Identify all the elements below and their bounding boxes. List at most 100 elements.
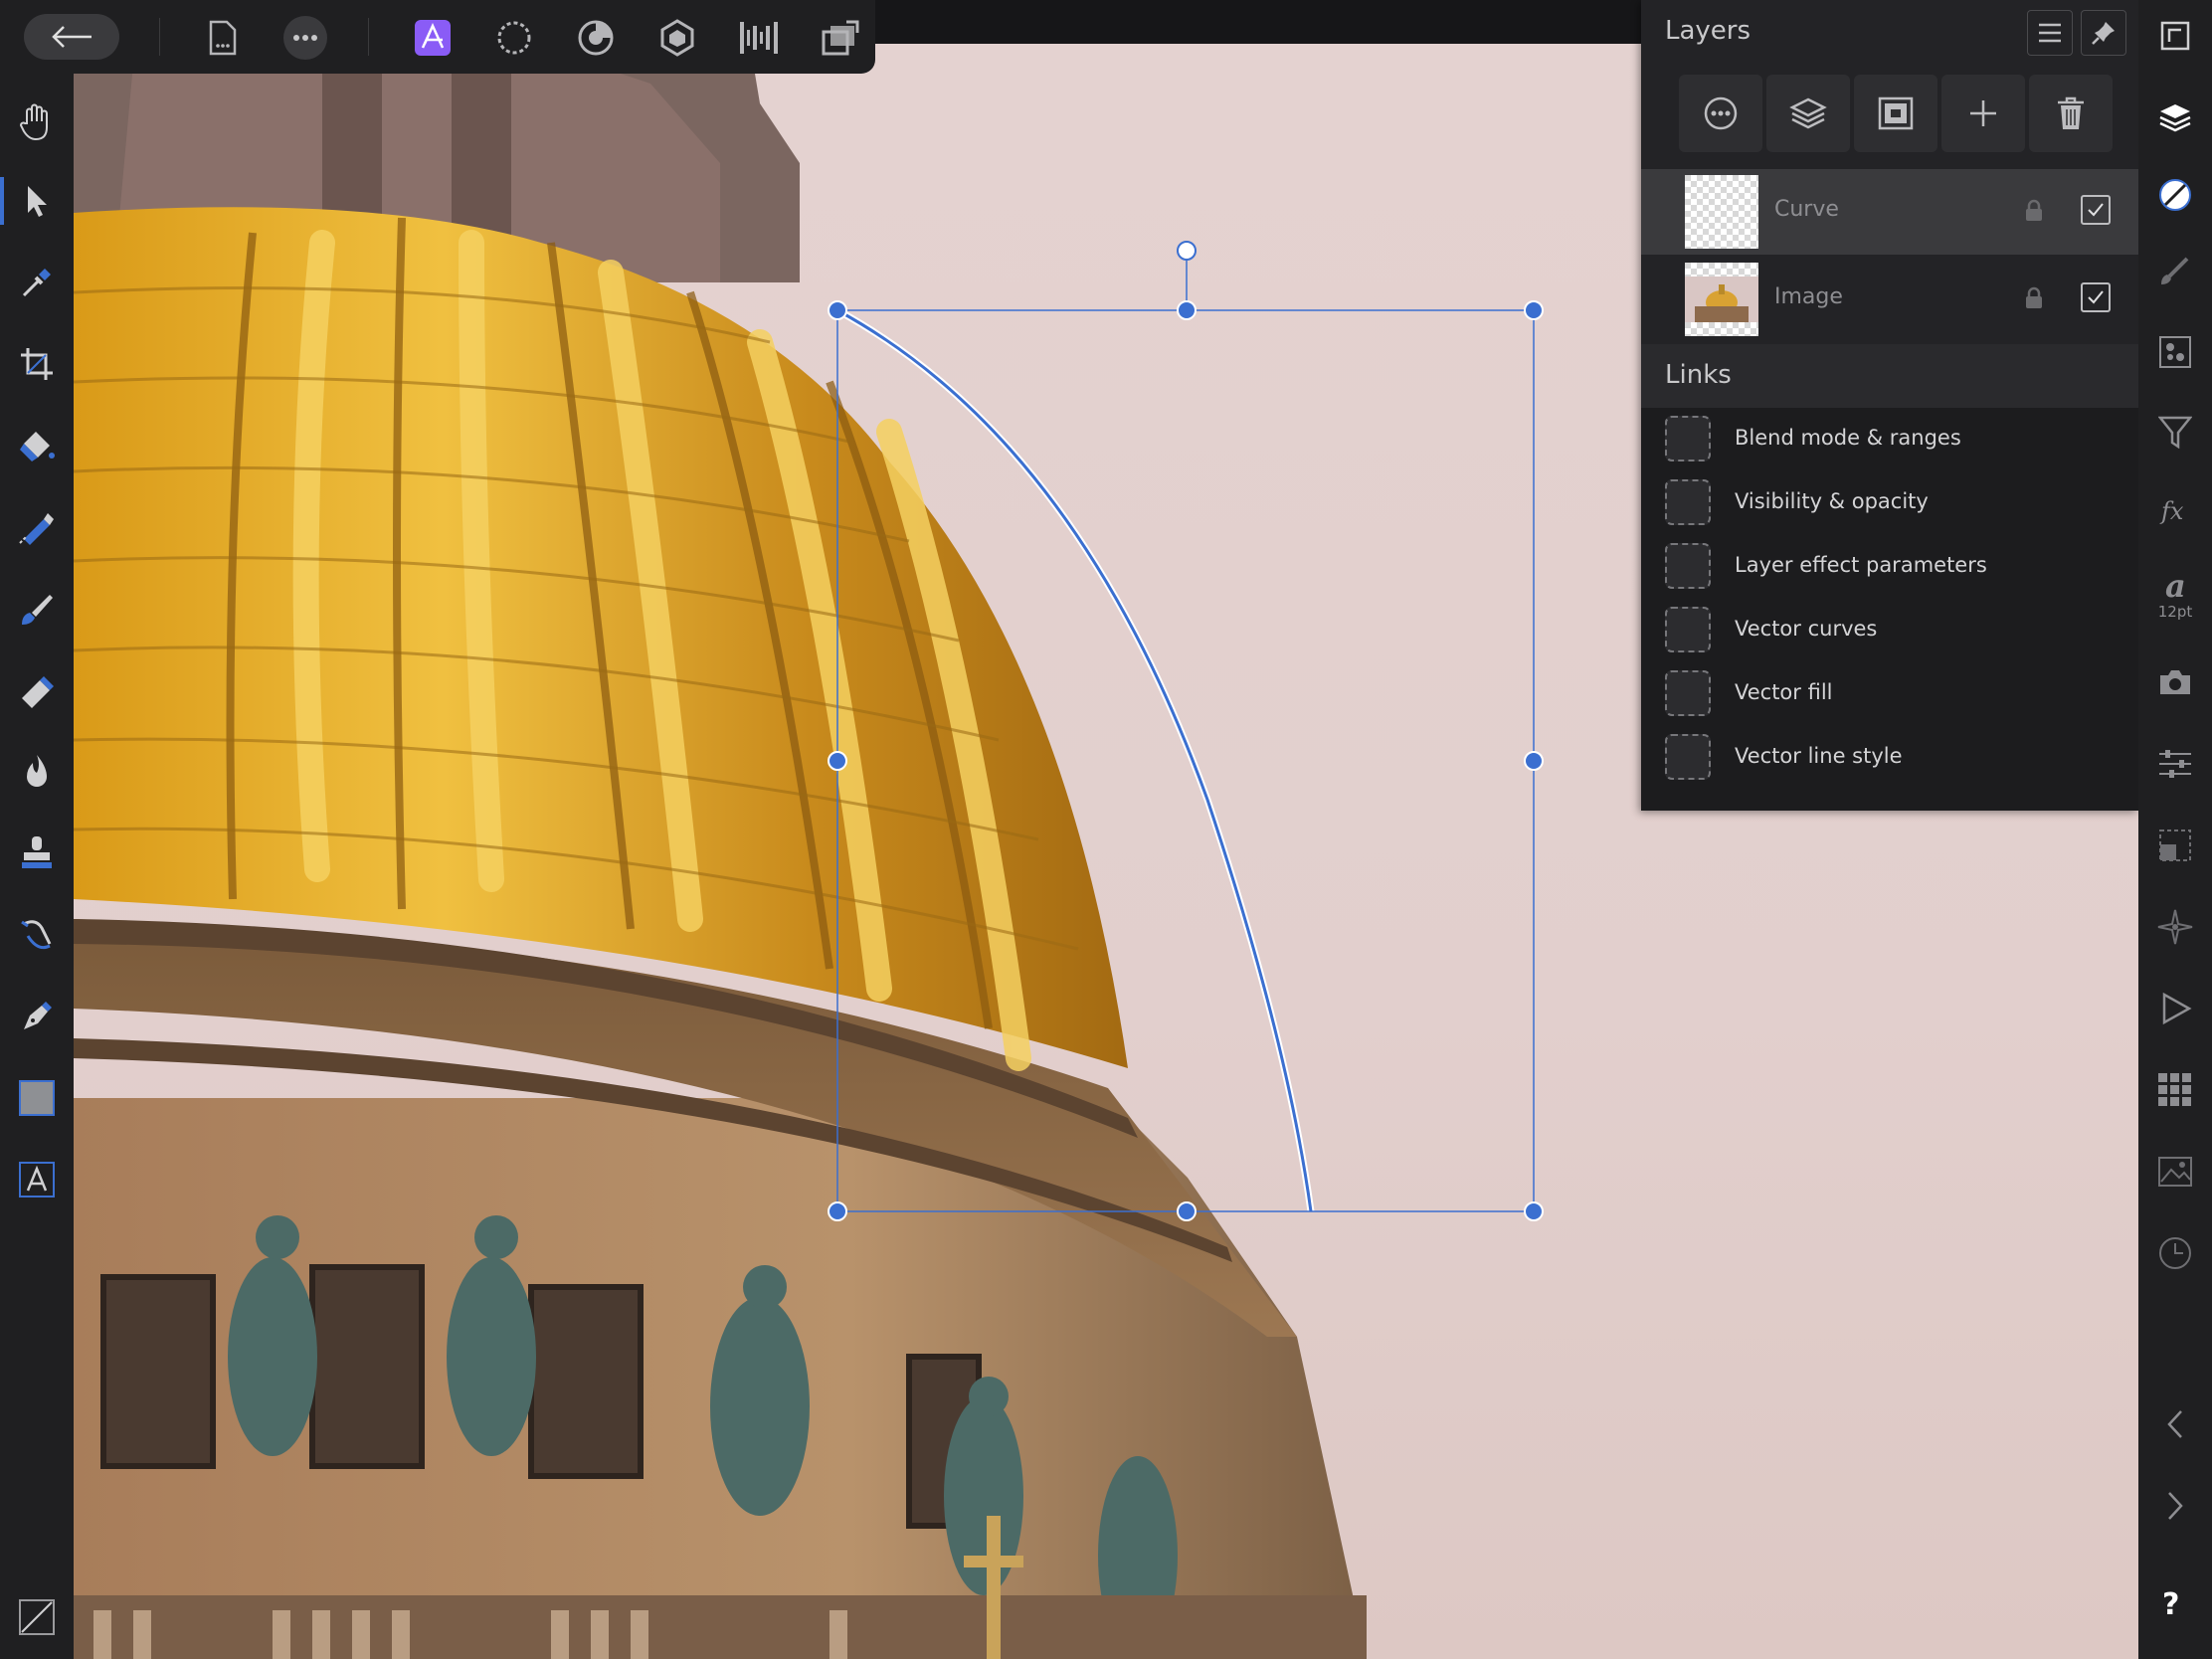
link-option-vector-curves[interactable]: Vector curves [1641,599,2138,662]
top-strip [875,0,1641,44]
history-studio-button[interactable] [2151,1229,2199,1277]
link-toggle-box[interactable] [1665,670,1711,716]
color-swatch-button[interactable] [13,1593,61,1641]
handle-bottom-center[interactable] [1177,1201,1197,1221]
link-label: Layer effect parameters [1735,553,1987,577]
redo-button[interactable] [2151,1482,2199,1530]
layer-thumbnail-curve [1685,175,1758,249]
navigator-compass-button[interactable] [2151,903,2199,951]
layer-thumbnail-image [1685,263,1758,336]
add-layer-button[interactable] [1941,75,2025,152]
sliders-icon [2159,750,2191,778]
fx-icon: fx [2159,497,2184,525]
no-fill-swatch-icon [19,1599,55,1635]
document-icon [209,20,237,56]
mask-icon [1878,96,1914,130]
add-layer-icon [1970,100,1996,126]
library-studio-button[interactable] [2151,1066,2199,1114]
text-styles-studio-button[interactable]: a 12pt [2151,563,2199,627]
text-tool[interactable] [13,1156,61,1203]
help-button[interactable]: ? [2162,1587,2179,1622]
layers-panel-title: Layers [1665,16,1751,46]
delete-layer-button[interactable] [2029,75,2113,152]
snapshots-studio-button[interactable] [2151,658,2199,706]
handle-bottom-right[interactable] [1524,1201,1544,1221]
slices-button[interactable] [817,14,864,62]
mask-button[interactable] [1854,75,1937,152]
liquify-persona-button[interactable] [490,14,538,62]
clone-stamp-icon [22,836,52,868]
adjustments-icon [2159,336,2191,368]
link-option-vector-line-style[interactable]: Vector line style [1641,726,2138,790]
tone-mapping-persona-icon [660,19,694,57]
effects-studio-button[interactable]: fx [2151,487,2199,535]
layer-stack-button[interactable] [1766,75,1850,152]
layer-row-curve[interactable]: Curve [1641,169,2138,255]
layers-studio-panel: Layers Curve Image Links Blend mode & ra… [1641,0,2138,811]
view-tool[interactable] [13,97,61,145]
undo-button[interactable] [2151,1400,2199,1448]
color-studio-button[interactable] [2151,171,2199,219]
handle-middle-right[interactable] [1524,751,1544,771]
links-list: Blend mode & ranges Visibility & opacity… [1641,408,2138,811]
layer-options-button[interactable] [1679,75,1762,152]
color-picker-tool[interactable] [13,259,61,306]
pin-panel-button[interactable] [2081,10,2126,56]
rectangle-tool[interactable] [13,1074,61,1122]
link-toggle-box[interactable] [1665,734,1711,780]
erase-brush-tool[interactable] [13,666,61,714]
handle-top-left[interactable] [828,300,847,320]
pen-tool[interactable] [13,993,61,1040]
filters-studio-button[interactable] [2151,408,2199,456]
link-toggle-box[interactable] [1665,543,1711,589]
grid-icon [2158,1073,2191,1106]
handle-top-right[interactable] [1524,300,1544,320]
handle-middle-left[interactable] [828,751,847,771]
flood-fill-tool[interactable] [13,422,61,469]
navigator-icon [2160,21,2190,51]
sliders-studio-button[interactable] [2151,740,2199,788]
selection-brush-icon [19,513,54,545]
pen-nib-icon [24,1002,52,1029]
link-option-blend-mode[interactable]: Blend mode & ranges [1641,408,2138,471]
paint-brush-tool[interactable] [13,585,61,633]
stock-studio-button[interactable] [2151,1148,2199,1196]
tone-mapping-persona-button[interactable] [653,14,701,62]
layers-studio-button[interactable] [2151,95,2199,143]
vector-curve[interactable] [836,308,1313,1212]
layer-row-image[interactable]: Image [1641,257,2138,342]
link-option-visibility[interactable]: Visibility & opacity [1641,471,2138,535]
link-toggle-box[interactable] [1665,416,1711,461]
layer-visibility-checkbox[interactable] [2081,195,2111,225]
handle-bottom-left[interactable] [828,1201,847,1221]
develop-persona-button[interactable] [572,14,620,62]
clone-tool[interactable] [13,830,61,877]
export-persona-button[interactable] [735,14,783,62]
move-tool[interactable] [13,177,61,225]
link-toggle-box[interactable] [1665,607,1711,652]
export-persona-icon [740,22,778,54]
inpainting-tool[interactable] [13,911,61,959]
brushes-studio-button[interactable] [2151,247,2199,294]
dodge-burn-tool[interactable] [13,748,61,796]
transform-studio-button[interactable] [2151,822,2199,869]
navigator-studio-button[interactable] [2151,12,2199,60]
macro-studio-button[interactable] [2151,985,2199,1032]
more-button[interactable] [281,14,329,62]
adjustments-studio-button[interactable] [2151,328,2199,376]
link-option-vector-fill[interactable]: Vector fill [1641,662,2138,726]
photo-persona-button[interactable] [409,14,457,62]
crop-tool[interactable] [13,340,61,388]
lock-icon[interactable] [2024,199,2044,223]
link-toggle-box[interactable] [1665,479,1711,525]
panel-menu-button[interactable] [2027,10,2073,56]
back-button[interactable] [24,14,119,60]
selection-brush-tool[interactable] [13,503,61,551]
layer-name: Image [1774,284,1843,309]
link-option-layer-effects[interactable]: Layer effect parameters [1641,535,2138,599]
layer-visibility-checkbox[interactable] [2081,282,2111,312]
lock-icon[interactable] [2024,286,2044,310]
document-button[interactable] [199,14,247,62]
handle-top-center[interactable] [1177,300,1197,320]
rotation-handle[interactable] [1177,241,1197,261]
